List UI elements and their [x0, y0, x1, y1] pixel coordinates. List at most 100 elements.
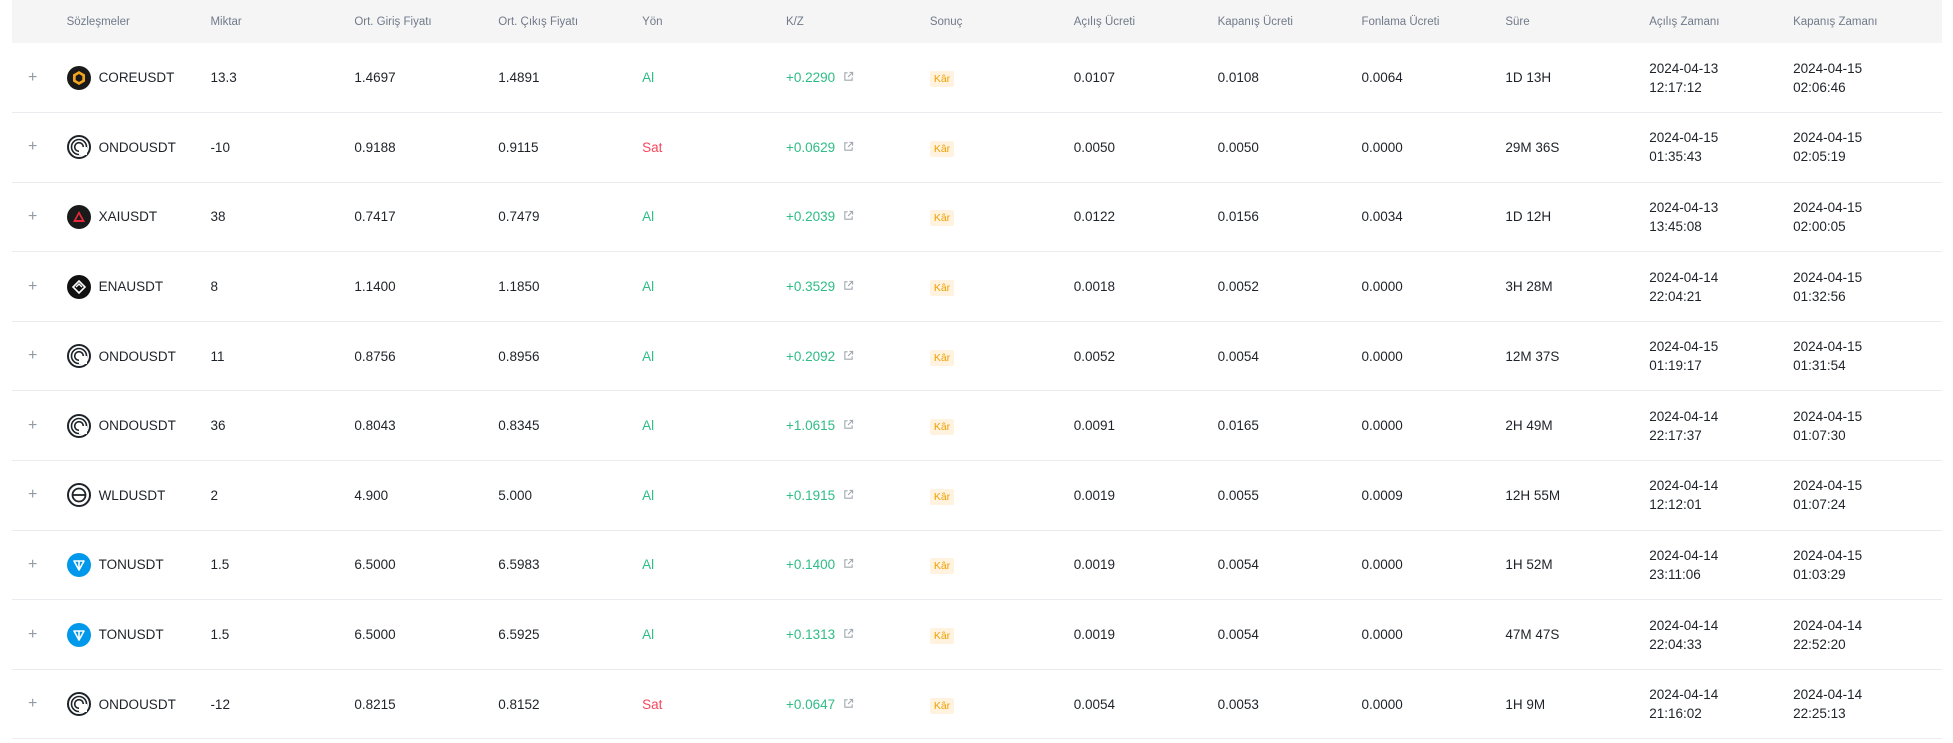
- contract-symbol[interactable]: ENAUSDT: [99, 279, 164, 294]
- close-date: 2024-04-15: [1793, 130, 1863, 146]
- pnl-value: +0.2290: [785, 70, 836, 86]
- opening-fee-cell: 0.0052: [1073, 348, 1115, 364]
- xai-coin-icon: [66, 204, 91, 229]
- close-time: 01:32:56: [1793, 288, 1846, 304]
- closing-fee-cell: 0.0054: [1217, 348, 1259, 364]
- side-cell: Al: [642, 627, 655, 643]
- contract-symbol[interactable]: TONUSDT: [99, 627, 164, 642]
- pnl-cell: +0.3529: [786, 252, 930, 322]
- expand-row-button[interactable]: +: [12, 486, 37, 504]
- expand-row-button[interactable]: +: [12, 347, 37, 365]
- avg-entry-price-cell: 0.7417: [354, 209, 396, 225]
- header-avg-exit-price: Ort. Çıkış Fiyatı: [498, 15, 579, 28]
- contract-symbol[interactable]: WLDUSDT: [99, 488, 166, 503]
- expand-row-button[interactable]: +: [12, 138, 37, 156]
- header-funding-fee: Fonlama Ücreti: [1361, 15, 1440, 28]
- result-badge: Kâr: [929, 697, 955, 714]
- funding-fee-cell: 0.0009: [1361, 487, 1403, 503]
- close-time-cell: 2024-04-15 01:31:54: [1793, 321, 1942, 391]
- trade-history-table-wrapper: Sözleşmeler Miktar Ort. Giriş Fiyatı Ort…: [12, 0, 1942, 739]
- opening-fee-cell: 0.0018: [1073, 279, 1115, 295]
- result-badge: Kâr: [929, 280, 955, 297]
- wld-coin-icon: [66, 483, 91, 508]
- duration-cell: 3H 28M: [1505, 279, 1553, 295]
- pnl-value: +0.3529: [785, 279, 836, 295]
- expand-row-button[interactable]: +: [12, 695, 37, 713]
- result-badge: Kâr: [929, 210, 955, 227]
- open-time-cell: 2024-04-13 13:45:08: [1649, 182, 1793, 252]
- closing-fee-cell: 0.0050: [1217, 139, 1259, 155]
- expand-cell: +: [12, 530, 67, 600]
- share-external-link-icon[interactable]: [843, 627, 854, 642]
- avg-exit-price-cell: 1.1850: [498, 279, 540, 295]
- funding-fee-cell: 0.0000: [1361, 348, 1403, 364]
- result-cell: Kâr: [929, 321, 1074, 391]
- expand-row-button[interactable]: +: [12, 278, 37, 296]
- share-external-link-icon[interactable]: [843, 70, 854, 85]
- contract-symbol[interactable]: COREUSDT: [99, 70, 175, 85]
- avg-exit-price-cell: 0.9115: [498, 139, 539, 155]
- open-time-cell: 2024-04-14 12:12:01: [1649, 461, 1793, 531]
- contract-symbol[interactable]: XAIUSDT: [99, 209, 158, 224]
- closing-fee-cell: 0.0108: [1217, 70, 1259, 86]
- closing-fee-cell: 0.0054: [1217, 627, 1259, 643]
- contract-cell: ONDOUSDT: [66, 391, 211, 461]
- quantity-cell: 13.3: [210, 70, 237, 86]
- avg-exit-price-cell: 0.7479: [498, 209, 540, 225]
- open-time-cell: 2024-04-13 12:17:12: [1649, 43, 1793, 113]
- header-opening-fee: Açılış Ücreti: [1073, 15, 1136, 28]
- result-badge: Kâr: [929, 349, 955, 366]
- share-external-link-icon[interactable]: [843, 697, 854, 712]
- funding-fee-cell: 0.0000: [1361, 418, 1403, 434]
- expand-row-button[interactable]: +: [12, 626, 37, 644]
- contract-symbol[interactable]: ONDOUSDT: [99, 349, 176, 364]
- share-external-link-icon[interactable]: [843, 279, 854, 294]
- result-badge: Kâr: [929, 488, 955, 505]
- expand-row-button[interactable]: +: [12, 556, 37, 574]
- contract-cell: XAIUSDT: [66, 182, 211, 252]
- share-external-link-icon[interactable]: [843, 418, 854, 433]
- close-time: 22:52:20: [1793, 636, 1846, 652]
- share-external-link-icon[interactable]: [843, 349, 854, 364]
- side-cell: Al: [642, 557, 655, 573]
- expand-row-button[interactable]: +: [12, 417, 37, 435]
- expand-row-button[interactable]: +: [12, 208, 37, 226]
- expand-cell: +: [12, 43, 67, 113]
- table-row: + ONDOUSDT 11 0.8756 0.8956 Al +0.2092 K…: [12, 321, 1942, 391]
- side-cell: Sat: [642, 139, 663, 155]
- close-time-cell: 2024-04-15 01:32:56: [1793, 252, 1942, 322]
- duration-cell: 1D 12H: [1505, 209, 1552, 225]
- quantity-cell: -12: [210, 696, 230, 712]
- opening-fee-cell: 0.0091: [1073, 418, 1115, 434]
- contract-symbol[interactable]: ONDOUSDT: [99, 418, 176, 433]
- open-time: 12:17:12: [1649, 79, 1702, 95]
- contract-symbol[interactable]: TONUSDT: [99, 557, 164, 572]
- table-header-row: Sözleşmeler Miktar Ort. Giriş Fiyatı Ort…: [12, 0, 1942, 43]
- closing-fee-cell: 0.0156: [1217, 209, 1259, 225]
- side-cell: Al: [642, 487, 655, 503]
- duration-cell: 47M 47S: [1505, 627, 1560, 643]
- close-date: 2024-04-15: [1793, 339, 1863, 355]
- table-row: + ENAUSDT 8 1.1400 1.1850 Al +0.3529 Kâr…: [12, 252, 1942, 322]
- result-cell: Kâr: [929, 461, 1074, 531]
- open-time-cell: 2024-04-14 22:17:37: [1649, 391, 1793, 461]
- share-external-link-icon[interactable]: [843, 140, 854, 155]
- share-external-link-icon[interactable]: [843, 557, 854, 572]
- result-badge: Kâr: [929, 419, 955, 436]
- close-time-cell: 2024-04-14 22:52:20: [1793, 600, 1942, 670]
- close-time: 22:25:13: [1793, 706, 1846, 722]
- duration-cell: 1H 52M: [1505, 557, 1553, 573]
- header-side: Yön: [642, 15, 663, 28]
- contract-cell: ONDOUSDT: [66, 669, 211, 739]
- closing-fee-cell: 0.0052: [1217, 279, 1259, 295]
- expand-row-button[interactable]: +: [12, 69, 37, 87]
- contract-symbol[interactable]: ONDOUSDT: [99, 697, 176, 712]
- pnl-cell: +1.0615: [786, 391, 930, 461]
- share-external-link-icon[interactable]: [843, 488, 854, 503]
- contract-symbol[interactable]: ONDOUSDT: [99, 140, 176, 155]
- share-external-link-icon[interactable]: [843, 209, 854, 224]
- open-date: 2024-04-14: [1649, 408, 1719, 424]
- duration-cell: 2H 49M: [1505, 418, 1553, 434]
- duration-cell: 1H 9M: [1505, 696, 1546, 712]
- close-date: 2024-04-15: [1793, 478, 1863, 494]
